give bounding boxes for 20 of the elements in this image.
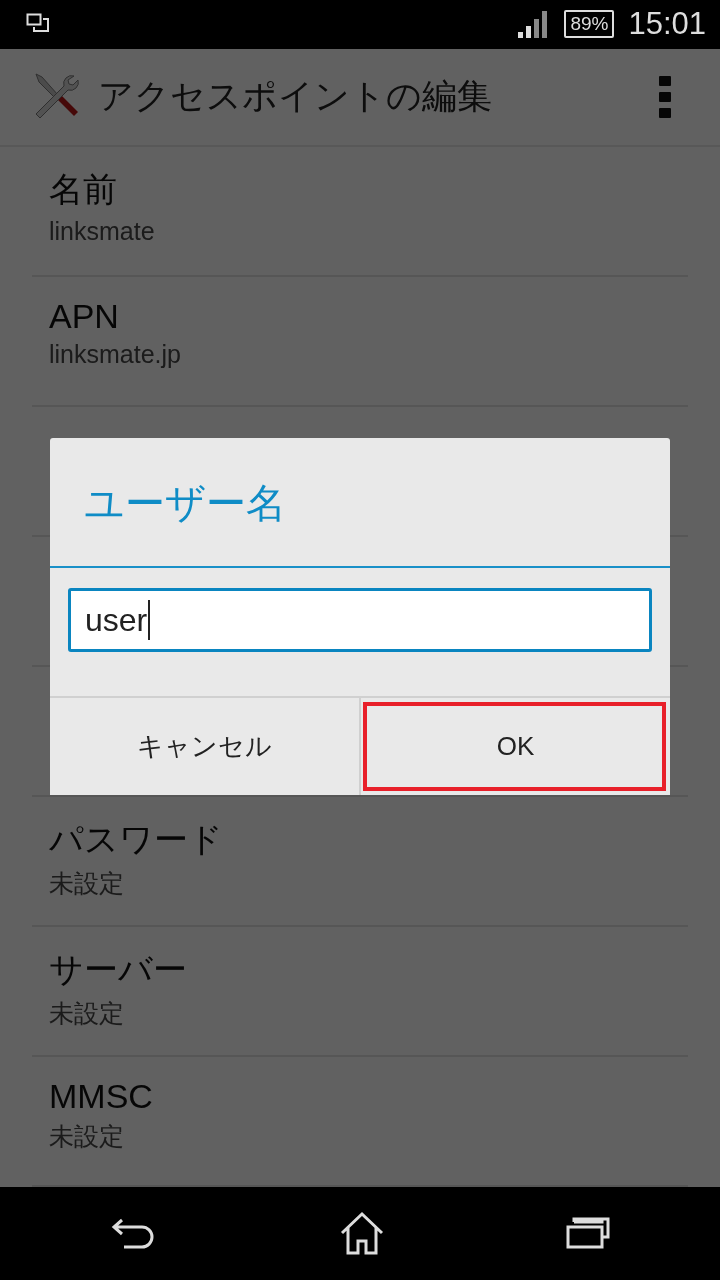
setting-title: MMSC	[49, 1076, 154, 1116]
setting-value: 未設定	[49, 997, 125, 1029]
screen-title: アクセスポイントの編集	[98, 75, 493, 118]
setting-title: パスワード	[49, 818, 224, 860]
ok-button[interactable]: OK	[359, 698, 670, 795]
more-options-icon[interactable]	[658, 74, 672, 119]
recent-apps-icon[interactable]	[565, 1217, 610, 1250]
setting-value: 未設定	[49, 867, 125, 899]
dialog-title: ユーザー名	[50, 438, 670, 568]
signal-icon	[518, 10, 549, 39]
setting-title: サーバー	[49, 948, 188, 990]
username-field[interactable]: user	[68, 588, 652, 652]
setting-title: APN	[49, 296, 120, 336]
setting-value: linksmate	[49, 216, 156, 246]
setting-value: 未設定	[49, 1120, 125, 1152]
home-icon[interactable]	[339, 1211, 385, 1256]
setting-title: 名前	[49, 168, 118, 210]
status-time: 15:01	[628, 6, 706, 43]
setting-value: linksmate.jp	[49, 339, 182, 369]
battery-indicator: 89%	[564, 10, 615, 39]
